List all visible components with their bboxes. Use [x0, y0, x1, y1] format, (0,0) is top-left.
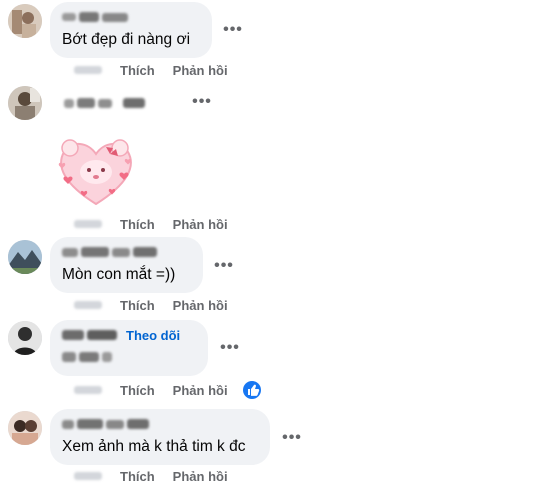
comment-bubble: Bớt đẹp đi nàng ơi	[50, 2, 212, 58]
reply-button[interactable]: Phản hồi	[173, 469, 228, 484]
comment-text: Mòn con mắt =))	[62, 266, 176, 283]
author-name-blurred[interactable]	[62, 10, 128, 24]
like-button[interactable]: Thích	[120, 63, 155, 78]
more-options-icon[interactable]: •••	[190, 94, 214, 110]
comment-actions: Thích Phản hồi	[74, 297, 228, 313]
avatar[interactable]	[8, 411, 42, 445]
more-options-icon[interactable]: •••	[221, 22, 245, 38]
author-name-blurred[interactable]	[62, 417, 149, 431]
comment-bubble: Theo dõi	[50, 320, 208, 376]
follow-button[interactable]: Theo dõi	[126, 328, 180, 343]
timestamp-blurred	[74, 386, 102, 394]
reply-button[interactable]: Phản hồi	[173, 298, 228, 313]
like-button[interactable]: Thích	[120, 217, 155, 232]
avatar[interactable]	[8, 240, 42, 274]
comment-text: Xem ảnh mà k thả tim k đc	[62, 438, 246, 455]
author-name-row: Theo dõi	[62, 328, 180, 343]
timestamp-blurred	[74, 301, 102, 309]
reply-button[interactable]: Phản hồi	[173, 383, 228, 398]
reply-button[interactable]: Phản hồi	[173, 217, 228, 232]
avatar[interactable]	[8, 86, 42, 120]
sticker	[54, 134, 138, 210]
more-options-icon[interactable]: •••	[212, 258, 236, 274]
more-options-icon[interactable]: •••	[280, 430, 304, 446]
timestamp-blurred	[74, 220, 102, 228]
timestamp-blurred	[74, 472, 102, 480]
comment-text: Bớt đẹp đi nàng ơi	[62, 31, 191, 48]
more-options-icon[interactable]: •••	[218, 340, 242, 356]
avatar[interactable]	[8, 4, 42, 38]
reply-button[interactable]: Phản hồi	[173, 63, 228, 78]
comment-actions: Thích Phản hồi	[74, 382, 228, 398]
timestamp-blurred	[74, 66, 102, 74]
author-name-blurred[interactable]	[62, 330, 84, 340]
thumbs-up-icon[interactable]	[243, 381, 261, 399]
like-button[interactable]: Thích	[120, 469, 155, 484]
comment-text-blurred	[62, 350, 112, 364]
author-name-blurred[interactable]	[62, 245, 157, 259]
author-name-blurred[interactable]	[64, 96, 145, 110]
like-button[interactable]: Thích	[120, 298, 155, 313]
avatar[interactable]	[8, 321, 42, 355]
like-button[interactable]: Thích	[120, 383, 155, 398]
comment-bubble: Mòn con mắt =))	[50, 237, 203, 293]
comment-actions: Thích Phản hồi	[74, 62, 228, 78]
comment-bubble: Xem ảnh mà k thả tim k đc	[50, 409, 270, 465]
comment-actions: Thích Phản hồi	[74, 216, 228, 232]
comment-actions: Thích Phản hồi	[74, 468, 228, 484]
